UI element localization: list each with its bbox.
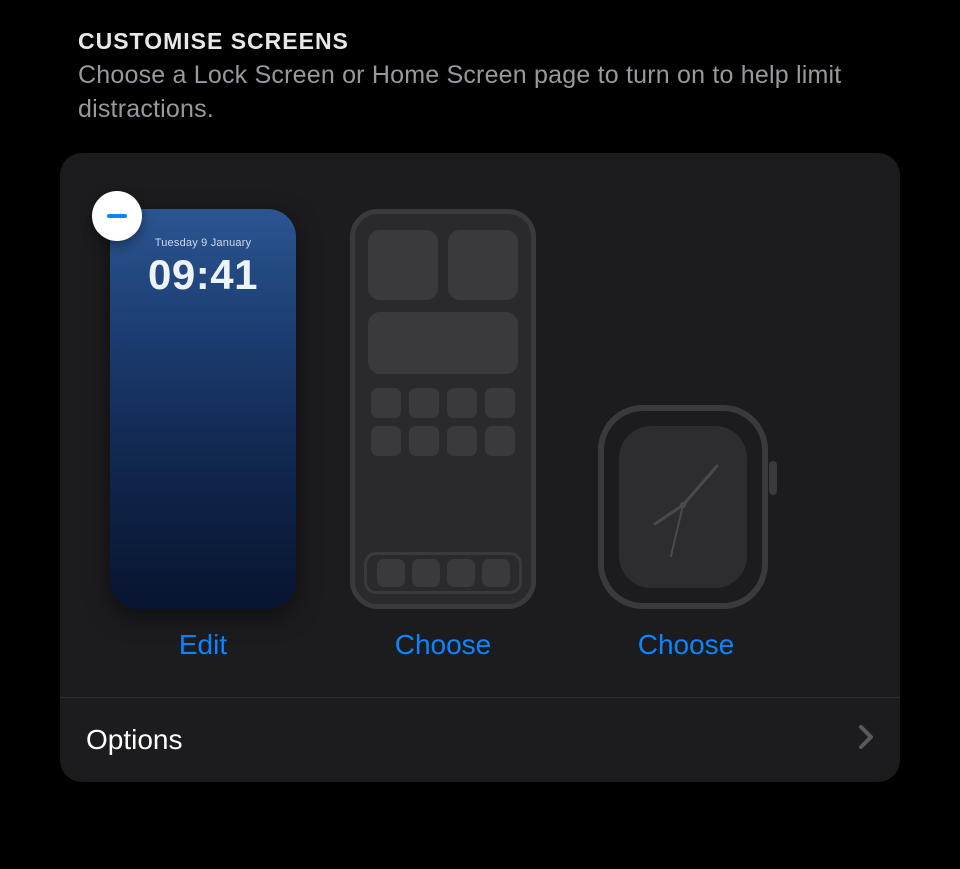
widget-placeholder (368, 230, 438, 300)
section-subtitle: Choose a Lock Screen or Home Screen page… (78, 59, 882, 127)
section-header: CUSTOMISE SCREENS Choose a Lock Screen o… (60, 28, 900, 139)
watch-icon[interactable] (598, 405, 774, 609)
app-icon-placeholder (371, 388, 401, 418)
app-icon-placeholder (447, 559, 475, 587)
app-icon-placeholder (377, 559, 405, 587)
app-icon-placeholder (371, 426, 401, 456)
widget-placeholder (448, 230, 518, 300)
minus-icon (107, 214, 127, 218)
widget-placeholder-wide (368, 312, 518, 374)
app-icon-placeholder (409, 426, 439, 456)
app-icon-placeholder (412, 559, 440, 587)
watch-hands-icon (619, 426, 747, 584)
app-icon-placeholder (485, 426, 515, 456)
lock-screen-time: 09:41 (110, 251, 296, 299)
choose-watch-face-button[interactable]: Choose (638, 629, 735, 661)
remove-lock-screen-button[interactable] (92, 191, 142, 241)
app-icon-placeholder (409, 388, 439, 418)
app-icon-placeholder (485, 388, 515, 418)
app-icon-grid (371, 388, 515, 456)
lock-screen-preview[interactable]: Tuesday 9 January 09:41 Edit (110, 209, 296, 661)
choose-home-screen-button[interactable]: Choose (395, 629, 492, 661)
lock-screen-phone[interactable]: Tuesday 9 January 09:41 (110, 209, 296, 609)
options-row[interactable]: Options (60, 697, 900, 782)
app-icon-placeholder (447, 426, 477, 456)
watch-face-placeholder (619, 426, 747, 588)
watch-crown-icon (769, 461, 777, 495)
previews-row: Tuesday 9 January 09:41 Edit (60, 153, 900, 697)
chevron-right-icon (858, 724, 874, 755)
options-label: Options (86, 724, 183, 756)
lock-screen-date: Tuesday 9 January (110, 237, 296, 249)
app-icon-placeholder (482, 559, 510, 587)
app-icon-placeholder (447, 388, 477, 418)
edit-lock-screen-button[interactable]: Edit (179, 629, 227, 661)
section-title: CUSTOMISE SCREENS (78, 28, 882, 55)
customise-screens-card: Tuesday 9 January 09:41 Edit (60, 153, 900, 782)
home-screen-phone[interactable] (350, 209, 536, 609)
home-screen-preview[interactable]: Choose (350, 209, 536, 661)
watch-face-preview[interactable]: Choose (598, 405, 774, 661)
dock-placeholder (364, 552, 522, 594)
